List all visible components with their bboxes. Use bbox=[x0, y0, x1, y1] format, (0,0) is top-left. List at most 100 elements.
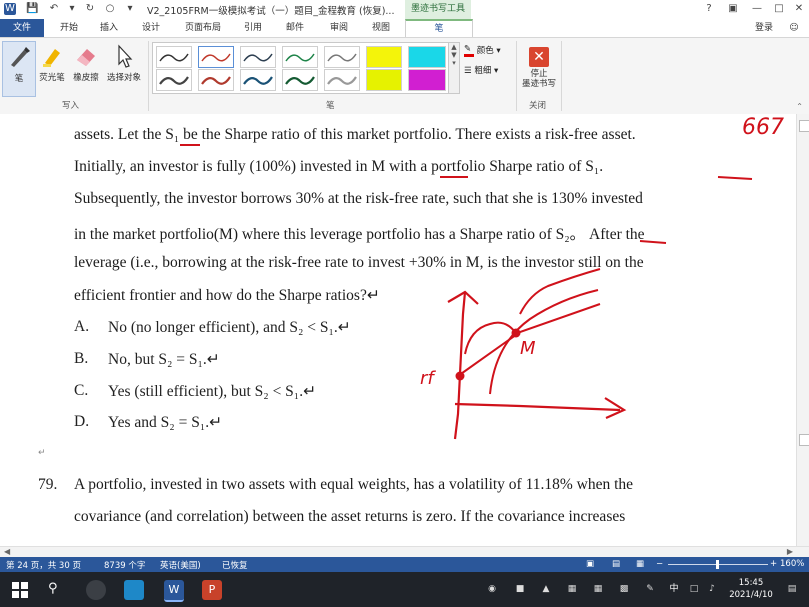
obs-app-icon[interactable] bbox=[86, 580, 106, 600]
word-count[interactable]: 8739 个字 bbox=[104, 559, 145, 571]
document-title: V2_2105FRM一级模拟考试（一）题目_金程教育 (恢复)... bbox=[147, 6, 395, 17]
pen-color-button[interactable]: ✎ 颜色 ▾ bbox=[464, 44, 501, 57]
ink-label-667: 667 bbox=[742, 115, 784, 140]
restore-button[interactable]: □ bbox=[770, 2, 788, 16]
pen-swatch-blue-thick[interactable] bbox=[240, 69, 276, 91]
tab-design[interactable]: 设计 bbox=[134, 19, 168, 37]
system-clock[interactable]: 15:45 2021/4/10 bbox=[722, 577, 780, 601]
ink-label-m: M bbox=[520, 338, 536, 359]
eraser-tool-button[interactable]: 橡皮擦 bbox=[70, 41, 102, 93]
tab-review[interactable]: 审阅 bbox=[322, 19, 356, 37]
volume-icon[interactable]: ♪ bbox=[706, 583, 718, 595]
pen-swatch-black[interactable] bbox=[156, 46, 192, 68]
pen-swatch-silver-thick[interactable] bbox=[324, 69, 360, 91]
pen-swatch-black-thick[interactable] bbox=[156, 69, 192, 91]
tab-pen[interactable]: 笔 bbox=[405, 19, 473, 37]
status-bar: 第 24 页，共 30 页 8739 个字 英语(美国) 已恢复 ▣ ▤ ▦ −… bbox=[0, 557, 809, 572]
user-icon[interactable]: ☺ bbox=[787, 19, 801, 37]
language-indicator[interactable]: 英语(美国) bbox=[160, 559, 201, 571]
highlighter-tool-label: 荧光笔 bbox=[39, 73, 65, 83]
pen-stroke-icon bbox=[285, 53, 315, 62]
tray-app-icon[interactable]: ■ bbox=[514, 583, 526, 595]
minimize-button[interactable]: — bbox=[748, 2, 766, 16]
powerpoint-taskbar-icon[interactable]: P bbox=[202, 580, 222, 600]
document-canvas[interactable]: assets. Let the S₁ be the Sharpe ratio o… bbox=[0, 114, 796, 546]
thickness-icon: ☰ bbox=[464, 66, 472, 76]
scroll-marker[interactable] bbox=[799, 434, 809, 446]
read-mode-icon[interactable]: ▣ bbox=[586, 559, 594, 569]
pen-tray-icon[interactable]: ✎ bbox=[644, 583, 656, 595]
search-icon[interactable]: ⚲ bbox=[48, 581, 58, 596]
word-taskbar-icon[interactable]: W bbox=[164, 580, 184, 602]
redo-icon[interactable]: ↻ bbox=[84, 3, 96, 15]
pen-swatch-gray[interactable] bbox=[324, 46, 360, 68]
undo-dropdown-icon[interactable]: ▾ bbox=[66, 3, 78, 15]
tab-view[interactable]: 视图 bbox=[364, 19, 398, 37]
page-count[interactable]: 第 24 页，共 30 页 bbox=[6, 559, 81, 571]
tab-file[interactable]: 文件 bbox=[0, 19, 44, 37]
clock-time: 15:45 bbox=[738, 578, 764, 588]
ink-underline-s1b bbox=[717, 176, 753, 180]
close-button[interactable]: ✕ bbox=[790, 2, 808, 16]
stop-inking-button[interactable]: ✕ 停止 墨迹书写 bbox=[519, 41, 559, 93]
pen-swatch-red[interactable] bbox=[198, 46, 234, 68]
cursor-arrow-icon bbox=[118, 44, 133, 68]
highlighter-tool-button[interactable]: 荧光笔 bbox=[36, 41, 68, 93]
help-button[interactable]: ? bbox=[700, 2, 718, 16]
pen-stroke-icon bbox=[243, 76, 273, 85]
zoom-out-icon[interactable]: − bbox=[656, 559, 663, 569]
tray-app-icon[interactable]: ▩ bbox=[618, 583, 630, 595]
pen-swatch-lime-highlighter[interactable] bbox=[366, 69, 402, 91]
group-separator bbox=[516, 41, 517, 111]
tab-page-layout[interactable]: 页面布局 bbox=[178, 19, 228, 37]
tab-references[interactable]: 引用 bbox=[238, 19, 268, 37]
scroll-left-icon[interactable]: ◀ bbox=[4, 547, 10, 556]
pen-swatch-red-thick[interactable] bbox=[198, 69, 234, 91]
tab-insert[interactable]: 插入 bbox=[94, 19, 124, 37]
tray-app-icon[interactable]: ▦ bbox=[592, 583, 604, 595]
ink-x-arrow bbox=[604, 397, 627, 420]
sign-in-link[interactable]: 登录 bbox=[749, 19, 779, 37]
pen-swatch-navy[interactable] bbox=[240, 46, 276, 68]
scroll-right-icon[interactable]: ▶ bbox=[787, 547, 793, 556]
ink-annotation-layer: M rf 667 bbox=[180, 115, 784, 440]
zoom-level[interactable]: 160% bbox=[780, 559, 804, 569]
windows-start-icon[interactable] bbox=[12, 582, 28, 598]
undo-icon[interactable]: ↶ bbox=[48, 3, 60, 15]
gallery-scroll-buttons[interactable]: ▲ ▼ ▾ bbox=[448, 42, 460, 94]
tab-home[interactable]: 开始 bbox=[54, 19, 84, 37]
web-layout-icon[interactable]: ▦ bbox=[636, 559, 644, 569]
print-layout-icon[interactable]: ▤ bbox=[612, 559, 620, 569]
tab-mailings[interactable]: 邮件 bbox=[278, 19, 312, 37]
group-label-write: 写入 bbox=[62, 101, 80, 111]
tray-app-icon[interactable]: ▦ bbox=[566, 583, 578, 595]
scroll-thumb[interactable] bbox=[799, 120, 809, 132]
ink-tools-context-title: 墨迹书写工具 bbox=[405, 0, 471, 19]
customize-quick-access-icon[interactable]: ▾ bbox=[124, 3, 136, 15]
pen-swatch-cyan-highlighter[interactable] bbox=[408, 46, 446, 68]
tray-app-icon[interactable]: ▲ bbox=[540, 583, 552, 595]
pen-stroke-icon bbox=[243, 53, 273, 62]
ime-indicator[interactable]: 中 bbox=[668, 583, 680, 595]
zoom-slider-thumb[interactable] bbox=[716, 560, 719, 569]
ribbon-display-options-icon[interactable]: ▣ bbox=[724, 2, 742, 16]
pen-swatch-darkgreen-thick[interactable] bbox=[282, 69, 318, 91]
touch-mode-icon[interactable]: ○ bbox=[104, 3, 116, 15]
app-blue-icon[interactable] bbox=[124, 580, 144, 600]
pen-swatch-yellow-highlighter[interactable] bbox=[366, 46, 402, 68]
select-objects-button[interactable]: 选择对象 bbox=[104, 41, 144, 93]
notifications-icon[interactable]: ▤ bbox=[786, 583, 798, 595]
zoom-in-icon[interactable]: + bbox=[770, 559, 777, 569]
network-icon[interactable]: □ bbox=[688, 583, 700, 595]
pen-swatch-green[interactable] bbox=[282, 46, 318, 68]
collapse-ribbon-icon[interactable]: ⌃ bbox=[796, 102, 803, 111]
tray-app-icon[interactable]: ◉ bbox=[486, 583, 498, 595]
pen-thickness-button[interactable]: ☰ 粗细 ▾ bbox=[464, 64, 498, 76]
pen-swatch-magenta-highlighter[interactable] bbox=[408, 69, 446, 91]
ink-rf-point bbox=[455, 371, 465, 381]
title-bar: W 💾 ↶ ▾ ↻ ○ ▾ V2_2105FRM一级模拟考试（一）题目_金程教育… bbox=[0, 0, 809, 20]
save-icon[interactable]: 💾 bbox=[26, 3, 38, 15]
stop-inking-label: 停止 墨迹书写 bbox=[521, 69, 556, 89]
vertical-scrollbar[interactable] bbox=[796, 114, 809, 546]
pen-tool-button[interactable]: 笔 bbox=[2, 41, 36, 97]
